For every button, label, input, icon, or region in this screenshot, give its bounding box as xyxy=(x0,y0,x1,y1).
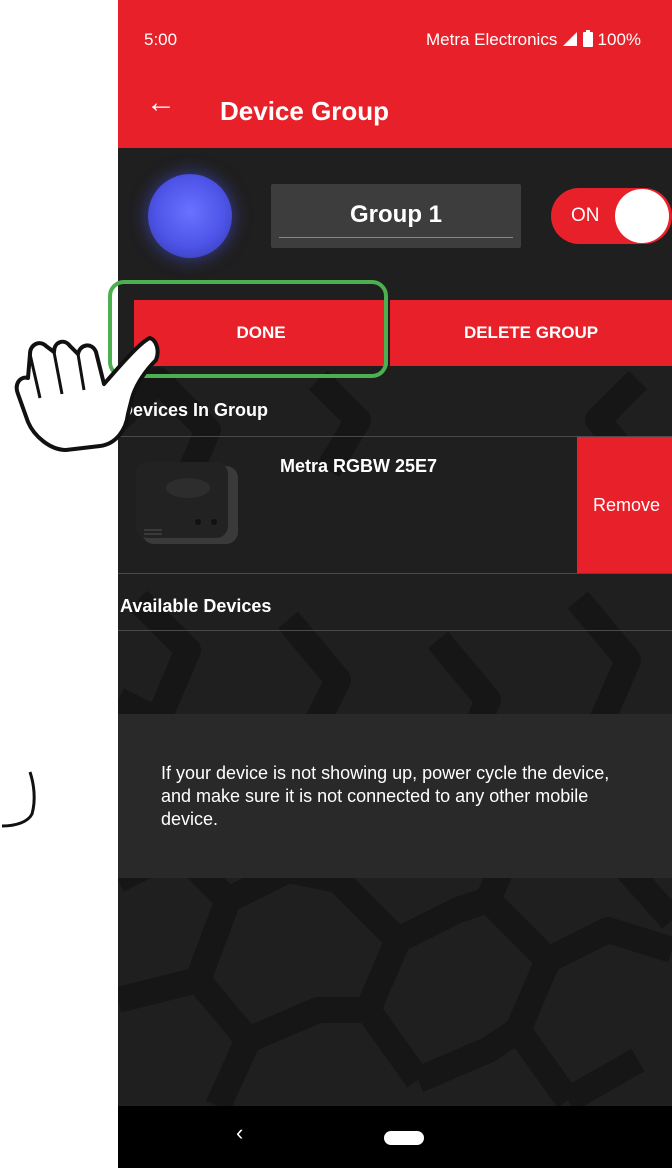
help-message: If your device is not showing up, power … xyxy=(161,763,610,829)
status-right-group: Metra Electronics 100% xyxy=(426,30,641,50)
group-name-underline xyxy=(279,237,513,238)
remove-device-button[interactable]: Remove xyxy=(577,437,672,573)
system-nav-bar: ‹ xyxy=(118,1106,672,1168)
nav-back-icon[interactable]: ‹ xyxy=(236,1120,243,1146)
group-name-field[interactable]: Group 1 xyxy=(271,184,521,248)
pointing-hand-icon xyxy=(14,336,160,452)
controller-device-icon xyxy=(136,462,238,544)
back-arrow-icon[interactable]: ← xyxy=(146,88,176,118)
divider xyxy=(118,573,672,574)
power-toggle-label: ON xyxy=(571,205,600,226)
signal-icon xyxy=(563,32,578,46)
power-toggle[interactable]: ON xyxy=(551,188,672,244)
hand-fragment-icon xyxy=(1,771,36,828)
device-name: Metra RGBW 25E7 xyxy=(280,456,438,476)
phone-screen: 5:00 Metra Electronics 100% ← Device Gro… xyxy=(118,0,672,1168)
status-time: 5:00 xyxy=(144,30,178,49)
page-title: Device Group xyxy=(220,96,390,126)
battery-percent: 100% xyxy=(597,30,642,49)
group-name-value: Group 1 xyxy=(349,201,442,228)
nav-home-pill[interactable] xyxy=(384,1131,424,1145)
carrier-name: Metra Electronics xyxy=(426,30,558,49)
available-devices-heading: Available Devices xyxy=(120,596,272,616)
status-bar: 5:00 Metra Electronics 100% xyxy=(118,0,672,72)
group-color-indicator[interactable] xyxy=(148,174,232,258)
divider xyxy=(118,630,672,631)
battery-icon xyxy=(582,30,593,47)
app-bar: ← Device Group xyxy=(118,72,672,148)
delete-group-button[interactable]: DELETE GROUP xyxy=(390,300,672,366)
toggle-knob xyxy=(615,189,669,243)
help-panel: If your device is not showing up, power … xyxy=(118,714,672,878)
